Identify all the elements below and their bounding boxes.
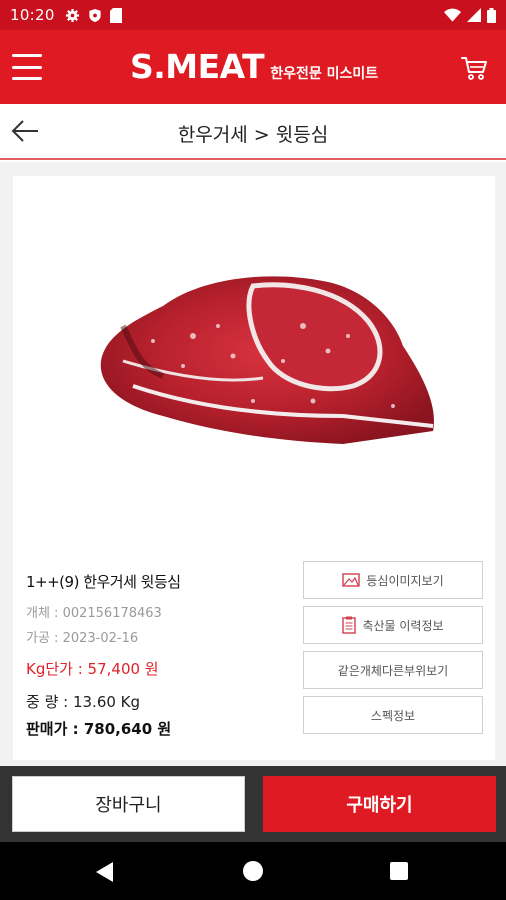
page-title: 한우거세 > 윗등심	[177, 124, 329, 146]
add-to-cart-button[interactable]: 장바구니	[12, 776, 245, 832]
logo-tagline: 한우전문 미스미트	[270, 66, 379, 82]
grade-image-label: 등심이미지보기	[366, 573, 444, 588]
app-logo: S.MEAT 한우전문 미스미트	[130, 50, 378, 84]
grade-image-button[interactable]: 등심이미지보기	[303, 561, 483, 599]
app-bar: S.MEAT 한우전문 미스미트	[0, 30, 506, 104]
battery-icon	[487, 7, 496, 23]
same-entity-button[interactable]: 같은개체다른부위보기	[303, 651, 483, 689]
spec-info-label: 스펙정보	[370, 708, 416, 723]
sd-card-icon	[109, 7, 122, 23]
status-bar: 10:20	[0, 0, 506, 30]
gear-icon	[65, 8, 79, 22]
product-name: 1++(9) 한우거세 윗등심	[26, 573, 181, 591]
livestock-history-button[interactable]: 축산물 이력정보	[303, 606, 483, 644]
product-image	[100, 276, 434, 444]
title-bar: 한우거세 > 윗등심	[0, 104, 506, 160]
processed-date: 가공 : 2023-02-16	[26, 631, 139, 646]
nav-recents-icon[interactable]	[390, 862, 408, 880]
logo-brand: S.MEAT	[130, 47, 265, 86]
product-card: 1++(9) 한우거세 윗등심 개체 : 002156178463 가공 : 2…	[13, 176, 495, 760]
signal-icon	[467, 8, 481, 22]
weight: 중 량 : 13.60 Kg	[26, 693, 141, 711]
wifi-icon	[444, 8, 461, 22]
nav-back-icon[interactable]	[96, 862, 114, 882]
shield-icon	[89, 8, 101, 22]
image-icon	[342, 573, 361, 587]
clipboard-icon	[342, 616, 357, 634]
status-time: 10:20	[10, 6, 55, 24]
system-nav-bar	[0, 842, 506, 900]
same-entity-label: 같은개체다른부위보기	[337, 663, 449, 678]
menu-icon[interactable]	[12, 54, 42, 80]
unit-price: Kg단가 : 57,400 원	[26, 660, 159, 678]
product-info: 1++(9) 한우거세 윗등심 개체 : 002156178463 가공 : 2…	[26, 571, 181, 739]
sale-price: 판매가 : 780,640 원	[26, 720, 172, 738]
individual-number: 개체 : 002156178463	[26, 606, 162, 621]
side-buttons: 등심이미지보기 축산물 이력정보 같은개체다른부위보기 스펙정보	[303, 561, 483, 741]
bottom-action-bar: 장바구니 구매하기	[0, 766, 506, 842]
livestock-history-label: 축산물 이력정보	[362, 618, 444, 633]
spec-info-button[interactable]: 스펙정보	[303, 696, 483, 734]
cart-icon[interactable]	[460, 55, 488, 81]
nav-home-icon[interactable]	[243, 861, 263, 881]
buy-button[interactable]: 구매하기	[263, 776, 496, 832]
